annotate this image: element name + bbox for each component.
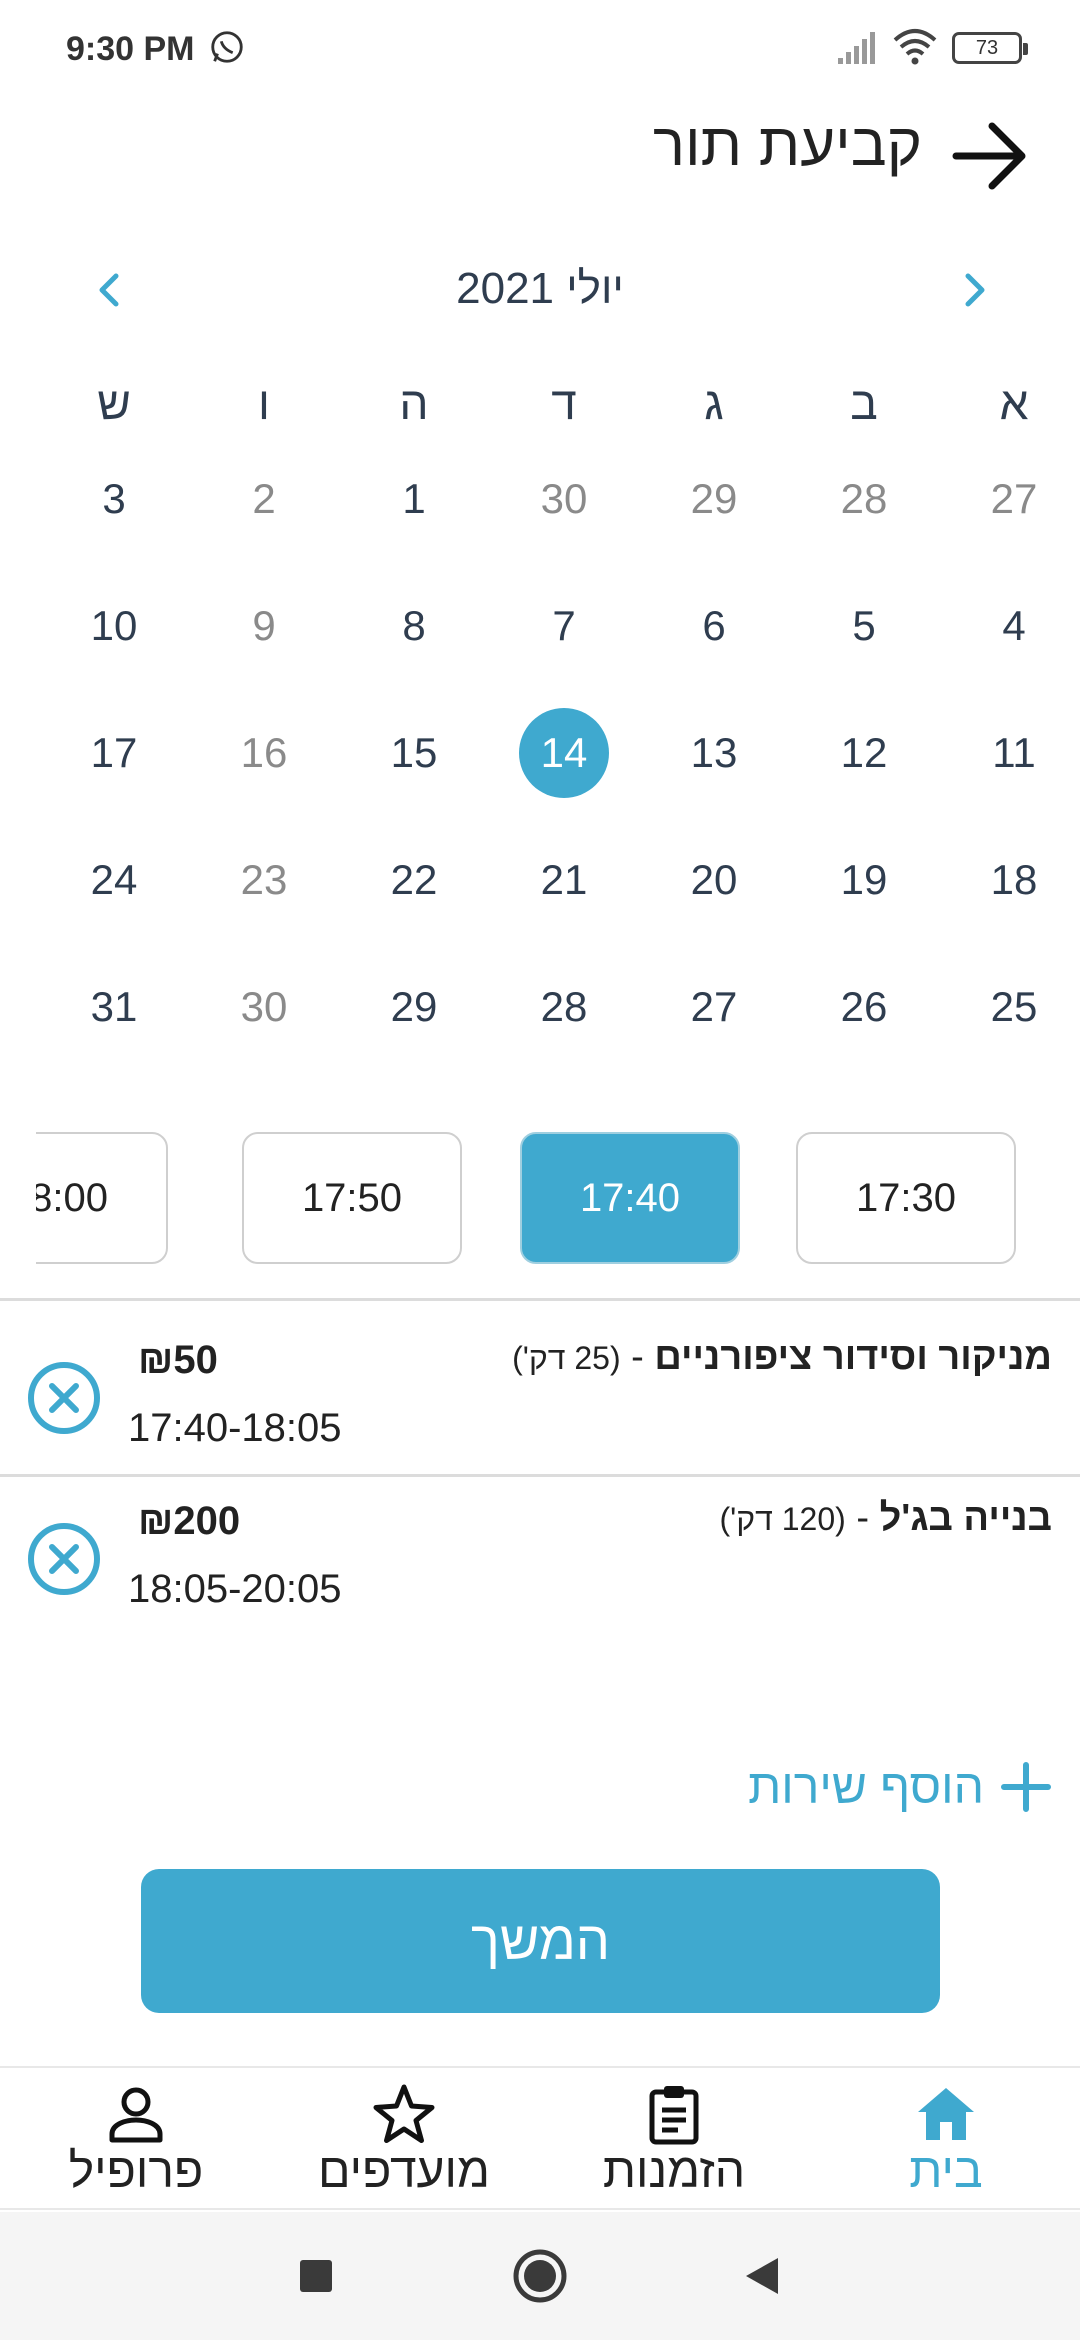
service-duration: (25 דק') (512, 1340, 621, 1376)
divider (0, 1298, 1080, 1301)
calendar-day: 30 (189, 983, 339, 1111)
service-item: בנייה בג'ל - (120 דק') ₪200 18:05-20:05 (0, 1497, 1080, 1657)
day-number: 27 (690, 983, 738, 1030)
nav-label: בית (909, 2145, 983, 2198)
day-number: 20 (690, 856, 738, 903)
nav-item-orders[interactable]: הזמנות (554, 2076, 794, 2206)
calendar-day[interactable]: 28 (489, 983, 639, 1111)
day-number: 22 (390, 856, 438, 903)
day-number: 1 (402, 475, 426, 522)
recents-square-icon[interactable] (286, 2246, 346, 2306)
home-circle-icon[interactable] (510, 2246, 570, 2306)
service-time-range: 17:40-18:05 (128, 1406, 342, 1450)
system-navigation-bar (0, 2212, 1080, 2340)
day-number: 24 (90, 856, 138, 903)
day-number: 21 (540, 856, 588, 903)
nav-label: פרופיל (68, 2145, 204, 2198)
service-time-range: 18:05-20:05 (128, 1567, 342, 1611)
day-number: 30 (540, 475, 588, 522)
day-number: 13 (690, 729, 738, 776)
clipboard-icon (649, 2086, 699, 2145)
calendar-week-row: 25 26 27 28 29 30 31 (39, 983, 1080, 1111)
day-number: 18 (990, 856, 1038, 903)
day-number: 3 (102, 475, 126, 522)
day-number: 25 (990, 983, 1038, 1030)
day-number: 19 (840, 856, 888, 903)
battery-indicator: 73 (952, 32, 1028, 64)
day-number: 26 (840, 983, 888, 1030)
back-arrow-icon[interactable] (950, 116, 1030, 196)
day-number: 10 (90, 602, 138, 649)
day-number: 12 (840, 729, 888, 776)
day-number: 5 (852, 602, 876, 649)
bottom-navigation: בית הזמנות מועדפים פרופיל (0, 2066, 1080, 2210)
chevron-right-icon[interactable] (946, 262, 1002, 318)
service-item: מניקור וסידור ציפורניים - (25 דק') ₪50 1… (0, 1336, 1080, 1496)
person-icon (109, 2087, 163, 2143)
service-title-line: בנייה בג'ל - (120 דק') (719, 1497, 1052, 1539)
page-title: קביעת תור (652, 111, 922, 178)
home-icon (918, 2088, 974, 2140)
day-number: 23 (240, 856, 288, 903)
day-number: 8 (402, 602, 426, 649)
service-price: ₪50 (138, 1338, 218, 1382)
day-number: 29 (690, 475, 738, 522)
calendar-day[interactable]: 27 (639, 983, 789, 1111)
day-number: 4 (1002, 602, 1026, 649)
day-number: 31 (90, 983, 138, 1030)
day-number: 6 (702, 602, 726, 649)
calendar-day[interactable]: 26 (789, 983, 939, 1111)
nav-label: מועדפים (318, 2145, 490, 2198)
remove-service-icon[interactable] (26, 1360, 102, 1436)
month-navigation: יולי 2021 (0, 250, 1080, 330)
month-label: יולי 2021 (456, 264, 624, 313)
time-slot-selected[interactable]: 17:40 (520, 1132, 740, 1264)
add-service-label: הוסף שירות (748, 1760, 984, 1814)
service-name: בנייה בג'ל (879, 1497, 1052, 1539)
time-slot[interactable]: 17:50 (242, 1132, 462, 1264)
time-slot[interactable]: 18:00 (36, 1132, 168, 1264)
calendar-day[interactable]: 31 (39, 983, 189, 1111)
remove-service-icon[interactable] (26, 1521, 102, 1597)
add-service-button[interactable]: הוסף שירות (748, 1752, 1054, 1822)
time-slot[interactable]: 17:30 (796, 1132, 1016, 1264)
day-number: 9 (252, 602, 276, 649)
status-time: 9:30 PM (66, 30, 195, 68)
continue-button[interactable]: המשך (141, 1869, 940, 2013)
star-icon (373, 2084, 435, 2143)
day-number: 28 (540, 983, 588, 1030)
time-slot-list[interactable]: 17:30 17:40 17:50 18:00 (36, 1132, 1080, 1264)
service-title-line: מניקור וסידור ציפורניים - (25 דק') (512, 1336, 1052, 1378)
service-duration: (120 דק') (719, 1501, 846, 1537)
nav-item-home[interactable]: בית (826, 2076, 1066, 2206)
divider (0, 1474, 1080, 1477)
nav-item-favorites[interactable]: מועדפים (284, 2076, 524, 2206)
day-number: 27 (990, 475, 1038, 522)
calendar-day[interactable]: 29 (339, 983, 489, 1111)
plus-icon (1001, 1762, 1051, 1812)
day-number: 29 (390, 983, 438, 1030)
back-triangle-icon[interactable] (734, 2246, 794, 2306)
day-number: 7 (552, 602, 576, 649)
whatsapp-icon (211, 31, 243, 63)
signal-icon (838, 32, 875, 64)
service-price: ₪200 (138, 1499, 241, 1543)
wifi-icon (893, 29, 937, 65)
day-number: 2 (252, 475, 276, 522)
day-number: 14 (519, 708, 609, 798)
day-number: 11 (992, 729, 1036, 776)
day-number: 15 (390, 729, 438, 776)
day-number: 17 (90, 729, 138, 776)
day-number: 30 (240, 983, 288, 1030)
nav-item-profile[interactable]: פרופיל (16, 2076, 256, 2206)
nav-label: הזמנות (602, 2145, 746, 2198)
calendar-day[interactable]: 25 (939, 983, 1080, 1111)
day-number: 16 (240, 729, 288, 776)
day-number: 28 (840, 475, 888, 522)
calendar-grid: א ב ג ד ה ו ש 27 28 29 30 1 2 3 4 5 6 7 … (39, 376, 1080, 1111)
status-bar: 9:30 PM 73 (0, 0, 1080, 96)
service-name: מניקור וסידור ציפורניים (654, 1336, 1052, 1378)
